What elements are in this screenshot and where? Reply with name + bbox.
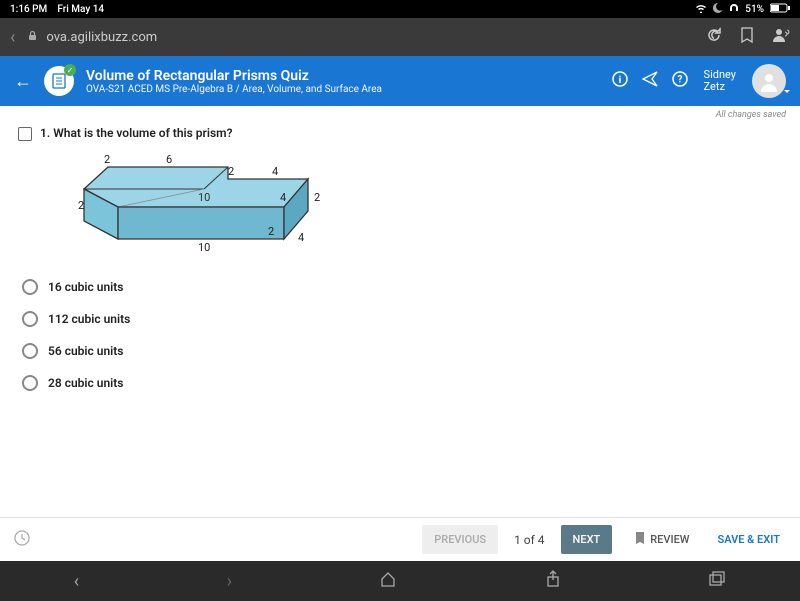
quiz-title: Volume of Rectangular Prisms Quiz <box>86 68 382 84</box>
review-button[interactable]: REVIEW <box>622 523 701 556</box>
nav-forward-icon[interactable]: › <box>227 571 232 592</box>
svg-text:i: i <box>618 75 621 86</box>
nav-home-icon[interactable] <box>379 570 397 593</box>
choice-label: 112 cubic units <box>48 312 130 326</box>
answer-choices: 16 cubic units 112 cubic units 56 cubic … <box>22 279 782 391</box>
previous-button[interactable]: PREVIOUS <box>422 525 498 554</box>
browser-back-icon[interactable]: ‹ <box>10 27 15 48</box>
nav-back-icon[interactable]: ‹ <box>74 571 79 592</box>
status-day: Fri May 14 <box>57 4 104 15</box>
choice-option[interactable]: 28 cubic units <box>22 375 782 391</box>
save-status: All changes saved <box>0 106 800 122</box>
radio-icon <box>22 279 38 295</box>
headphone-icon <box>729 3 739 16</box>
svg-text:2: 2 <box>314 191 320 204</box>
radio-icon <box>22 311 38 327</box>
app-header: ← ✓ Volume of Rectangular Prisms Quiz OV… <box>0 56 800 106</box>
quiz-icon: ✓ <box>44 66 74 96</box>
ipad-nav-bar: ‹ › <box>0 561 800 601</box>
question-text: 1. What is the volume of this prism? <box>40 126 233 140</box>
ipad-status-bar: 1:16 PM Fri May 14 51% <box>0 0 800 18</box>
save-exit-button[interactable]: SAVE & EXIT <box>711 525 786 554</box>
svg-text:2: 2 <box>268 225 274 238</box>
browser-toolbar: ‹ ova.agilixbuzz.com <box>0 18 800 56</box>
user-name: Sidney Zetz <box>704 69 736 93</box>
radio-icon <box>22 343 38 359</box>
svg-text:2: 2 <box>228 165 234 178</box>
check-icon: ✓ <box>64 64 76 76</box>
url-bar[interactable]: ova.agilixbuzz.com <box>27 30 157 45</box>
svg-text:4: 4 <box>298 231 304 244</box>
svg-text:2: 2 <box>104 153 110 166</box>
url-text: ova.agilixbuzz.com <box>46 30 157 45</box>
svg-text:6: 6 <box>166 153 172 166</box>
info-icon[interactable]: i <box>612 71 628 91</box>
pager-text: 1 of 4 <box>508 533 550 547</box>
flag-icon <box>634 531 646 548</box>
bookmark-icon[interactable] <box>740 27 754 47</box>
battery-percent: 51% <box>745 4 764 15</box>
avatar[interactable] <box>752 64 786 98</box>
prism-figure: 2 6 2 4 2 10 4 2 10 2 4 <box>58 149 782 263</box>
choice-label: 28 cubic units <box>48 376 123 390</box>
svg-text:10: 10 <box>198 191 210 204</box>
status-time: 1:16 PM <box>10 4 47 15</box>
choice-label: 56 cubic units <box>48 344 123 358</box>
nav-share-icon[interactable] <box>545 570 561 593</box>
svg-text:4: 4 <box>272 165 278 178</box>
svg-text:4: 4 <box>280 191 286 204</box>
choice-option[interactable]: 56 cubic units <box>22 343 782 359</box>
svg-text:?: ? <box>677 75 682 86</box>
svg-text:10: 10 <box>198 241 210 254</box>
quiz-footer: PREVIOUS 1 of 4 NEXT REVIEW SAVE & EXIT <box>0 517 800 561</box>
question-content: 1. What is the volume of this prism? 2 6… <box>0 122 800 517</box>
bookmark-toggle[interactable] <box>18 127 32 141</box>
account-icon[interactable] <box>772 27 790 47</box>
reload-icon[interactable] <box>706 27 722 47</box>
choice-option[interactable]: 16 cubic units <box>22 279 782 295</box>
radio-icon <box>22 375 38 391</box>
back-button[interactable]: ← <box>14 71 32 92</box>
wifi-icon <box>695 3 707 16</box>
svg-text:2: 2 <box>78 199 84 212</box>
send-icon[interactable] <box>642 71 658 91</box>
lock-icon <box>27 30 38 45</box>
choice-label: 16 cubic units <box>48 280 123 294</box>
battery-icon <box>770 3 790 16</box>
quiz-subtitle: OVA-S21 ACED MS Pre-Algebra B / Area, Vo… <box>86 84 382 95</box>
moon-icon <box>713 3 723 16</box>
choice-option[interactable]: 112 cubic units <box>22 311 782 327</box>
nav-tabs-icon[interactable] <box>708 571 726 592</box>
help-icon[interactable]: ? <box>672 71 688 91</box>
clock-icon[interactable] <box>14 530 30 550</box>
next-button[interactable]: NEXT <box>561 525 613 554</box>
